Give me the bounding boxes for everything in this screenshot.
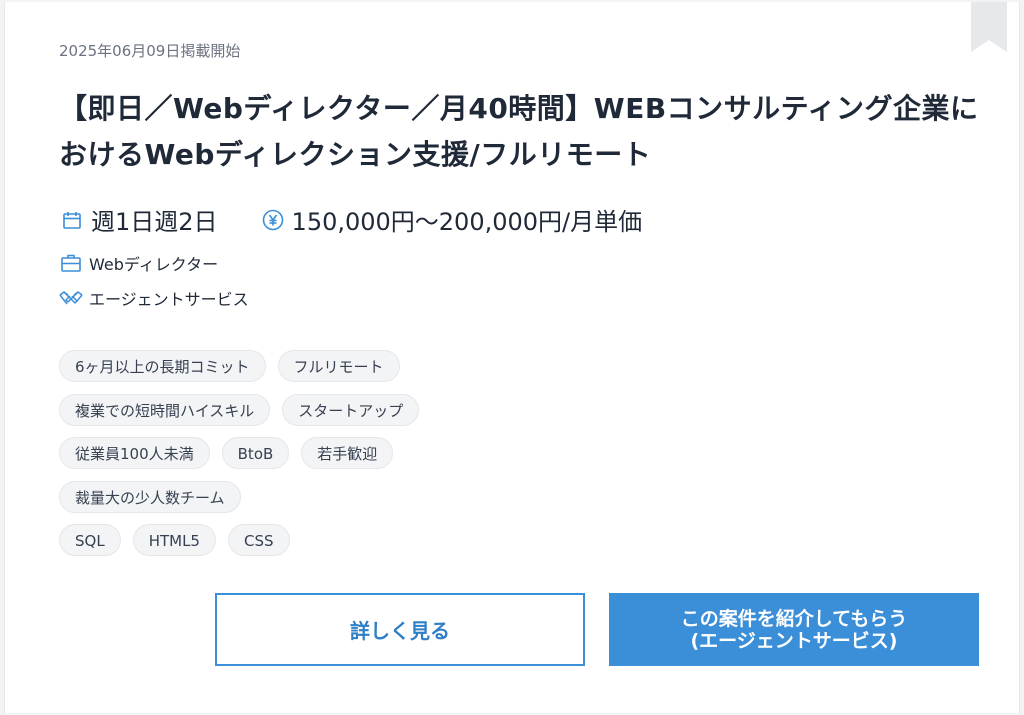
job-card: 2025年06月09日掲載開始 【即日／Webディレクター／月40時間】WEBコ… bbox=[4, 2, 1020, 713]
price-text: 150,000円〜200,000円/月単価 bbox=[291, 208, 643, 236]
price: 150,000円〜200,000円/月単価 bbox=[260, 202, 643, 237]
tag[interactable]: CSS bbox=[227, 524, 290, 556]
role-text: Webディレクター bbox=[89, 255, 219, 274]
tag-list: 6ヶ月以上の長期コミット フルリモート 複業での短時間ハイスキル スタートアップ… bbox=[59, 350, 519, 568]
tag[interactable]: 従業員100人未満 bbox=[59, 437, 210, 469]
schedule: 週1日週2日 bbox=[59, 202, 218, 237]
tag[interactable]: 複業での短時間ハイスキル bbox=[59, 393, 271, 426]
briefcase-icon bbox=[59, 251, 83, 275]
tag-row: 複業での短時間ハイスキル スタートアップ bbox=[59, 393, 519, 426]
tag[interactable]: フルリモート bbox=[277, 350, 400, 382]
posted-date: 2025年06月09日掲載開始 bbox=[59, 42, 241, 60]
tag[interactable]: HTML5 bbox=[132, 524, 216, 556]
tag[interactable]: 6ヶ月以上の長期コミット bbox=[59, 350, 266, 382]
request-introduction-label: この案件を紹介してもらう bbox=[680, 607, 908, 630]
tag[interactable]: SQL bbox=[59, 524, 121, 556]
service-text: エージェントサービス bbox=[89, 290, 249, 309]
tag-row: 6ヶ月以上の長期コミット フルリモート bbox=[59, 350, 519, 382]
request-introduction-sublabel: (エージェントサービス) bbox=[690, 629, 898, 652]
role: Webディレクター bbox=[59, 251, 218, 275]
bookmark-icon[interactable] bbox=[971, 2, 1007, 54]
tag-row: 従業員100人未満 BtoB 若手歓迎 bbox=[59, 437, 519, 469]
tag-row: 裁量大の少人数チーム bbox=[59, 480, 519, 513]
yen-icon bbox=[260, 207, 286, 233]
handshake-icon bbox=[59, 286, 83, 310]
job-title[interactable]: 【即日／Webディレクター／月40時間】WEBコンサルティング企業におけるWeb… bbox=[59, 86, 989, 178]
primary-meta: 週1日週2日 150,000円〜200,000円/月単価 bbox=[59, 202, 642, 237]
tag-row: SQL HTML5 CSS bbox=[59, 524, 519, 556]
view-details-button[interactable]: 詳しく見る bbox=[215, 593, 585, 666]
tag[interactable]: スタートアップ bbox=[282, 393, 420, 426]
service: エージェントサービス bbox=[59, 286, 249, 310]
tag[interactable]: 裁量大の少人数チーム bbox=[59, 480, 241, 513]
request-introduction-button[interactable]: この案件を紹介してもらう (エージェントサービス) bbox=[609, 593, 979, 666]
schedule-text: 週1日週2日 bbox=[91, 208, 218, 236]
tag[interactable]: BtoB bbox=[221, 437, 290, 469]
tag[interactable]: 若手歓迎 bbox=[301, 437, 394, 469]
calendar-icon bbox=[59, 207, 85, 233]
